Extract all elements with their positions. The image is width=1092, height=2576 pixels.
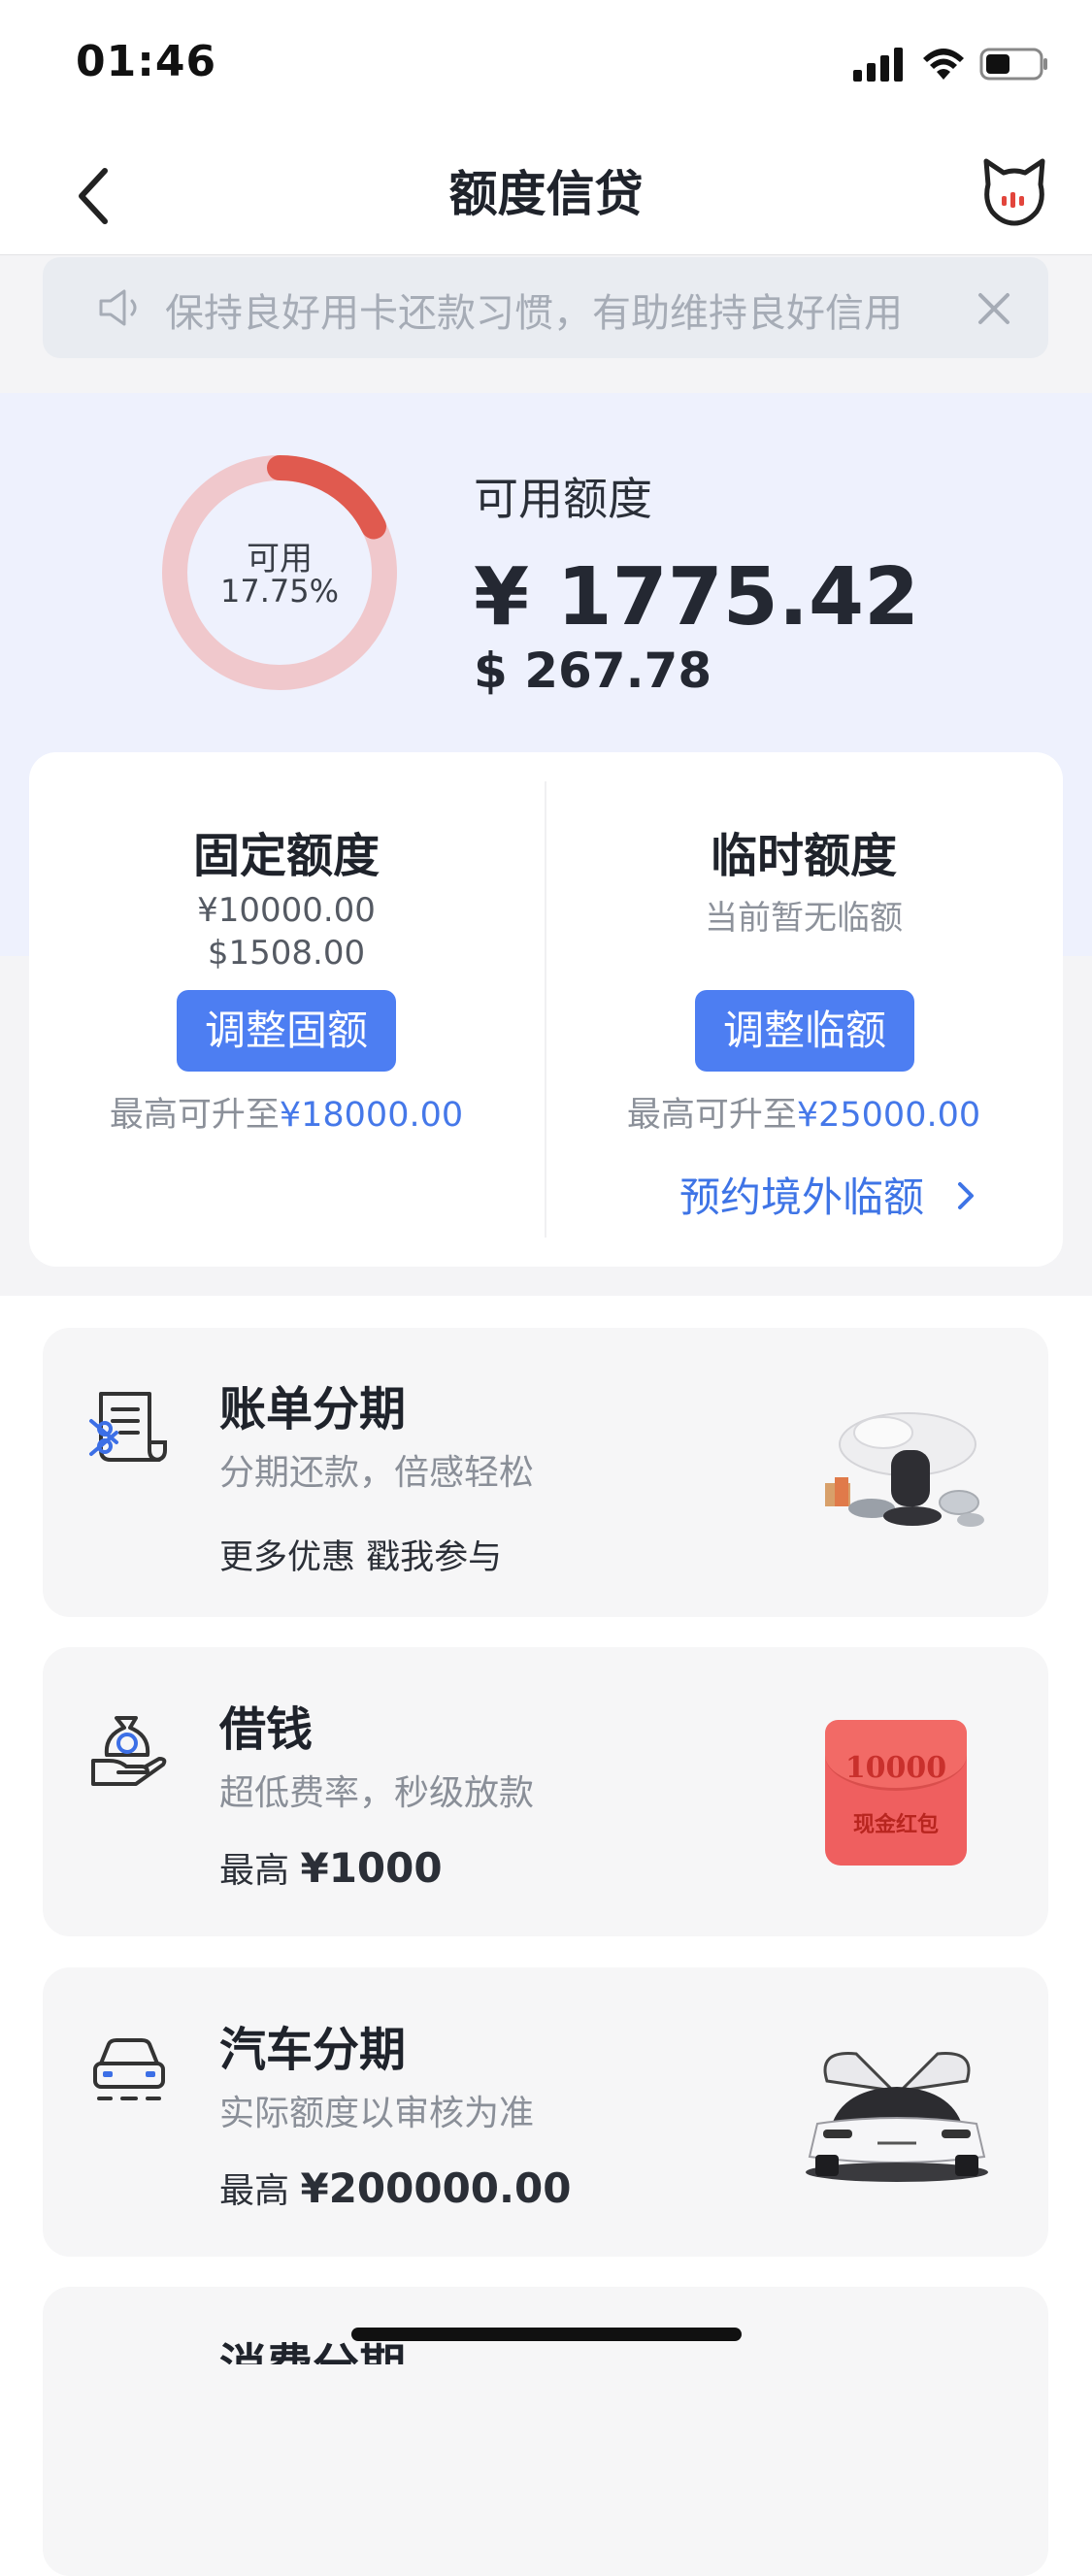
wifi-icon <box>923 49 964 80</box>
available-cny: ¥ 1775.42 <box>474 551 920 644</box>
borrow-money-title: 借钱 <box>219 1702 314 1757</box>
borrow-amount-prefix: 最高 <box>219 1851 290 1891</box>
fixed-max-prefix: 最高可升至 <box>109 1096 280 1135</box>
speaker-icon <box>99 289 137 326</box>
close-icon[interactable] <box>973 287 1015 330</box>
signal-icon <box>853 48 903 82</box>
car-icon <box>93 2038 165 2100</box>
chevron-right-icon[interactable] <box>951 1178 980 1213</box>
temporary-limit-status: 当前暂无临额 <box>705 899 903 938</box>
temporary-limit-title: 临时额度 <box>710 829 897 883</box>
car-amount-value: ¥200000.00 <box>300 2164 572 2212</box>
page-title: 额度信贷 <box>448 166 644 222</box>
adjust-temporary-button[interactable]: 调整临额 <box>695 990 914 1072</box>
fixed-limit-title: 固定额度 <box>192 829 380 883</box>
bill-installment-promo[interactable]: 更多优惠 戳我参与 <box>219 1530 502 1579</box>
borrow-amount-value: ¥1000 <box>300 1844 443 1892</box>
temporary-max-prefix: 最高可升至 <box>626 1096 797 1135</box>
car-installment-amount: 最高 ¥200000.00 <box>219 2163 571 2213</box>
money-bag-hand-icon <box>91 1716 167 1786</box>
car-installment-title: 汽车分期 <box>219 2023 407 2077</box>
assistant-cat-icon[interactable] <box>980 155 1048 227</box>
bill-installment-icon <box>89 1392 167 1462</box>
car-installment-desc: 实际额度以审核为准 <box>219 2094 535 2133</box>
red-packet-label: 现金红包 <box>852 1813 939 1837</box>
adjust-fixed-button[interactable]: 调整固额 <box>177 990 396 1072</box>
fixed-limit-usd: $1508.00 <box>207 934 366 973</box>
ring-available-arc <box>267 455 386 540</box>
home-indicator <box>351 2328 742 2341</box>
red-packet-amount: 10000 <box>844 1751 947 1785</box>
fixed-limit-cny: ¥10000.00 <box>197 891 376 930</box>
available-label: 可用额度 <box>474 473 652 525</box>
car-amount-prefix: 最高 <box>219 2171 290 2211</box>
status-icons <box>851 45 1049 83</box>
fixed-max-value: ¥18000.00 <box>279 1096 464 1135</box>
fixed-limit-max: 最高可升至¥18000.00 <box>29 1087 544 1137</box>
bill-installment-title: 账单分期 <box>219 1382 407 1437</box>
temporary-max-value: ¥25000.00 <box>796 1096 981 1135</box>
borrow-money-amount: 最高 ¥1000 <box>219 1842 443 1893</box>
available-usd: $ 267.78 <box>474 643 712 699</box>
car-image <box>806 2052 988 2182</box>
temporary-limit-max: 最高可升至¥25000.00 <box>546 1087 1061 1137</box>
overseas-temporary-limit-link[interactable]: 预约境外临额 <box>679 1165 924 1224</box>
ring-percent: 17.75% <box>219 573 339 610</box>
battery-icon <box>979 48 1047 81</box>
bill-installment-desc: 分期还款，倍感轻松 <box>219 1453 535 1493</box>
status-time: 01:46 <box>76 37 217 86</box>
notice-text: 保持良好用卡还款习惯，有助维持良好信用 <box>165 291 903 336</box>
household-goods-image <box>825 1412 984 1527</box>
borrow-money-desc: 超低费率，秒级放款 <box>219 1773 535 1813</box>
